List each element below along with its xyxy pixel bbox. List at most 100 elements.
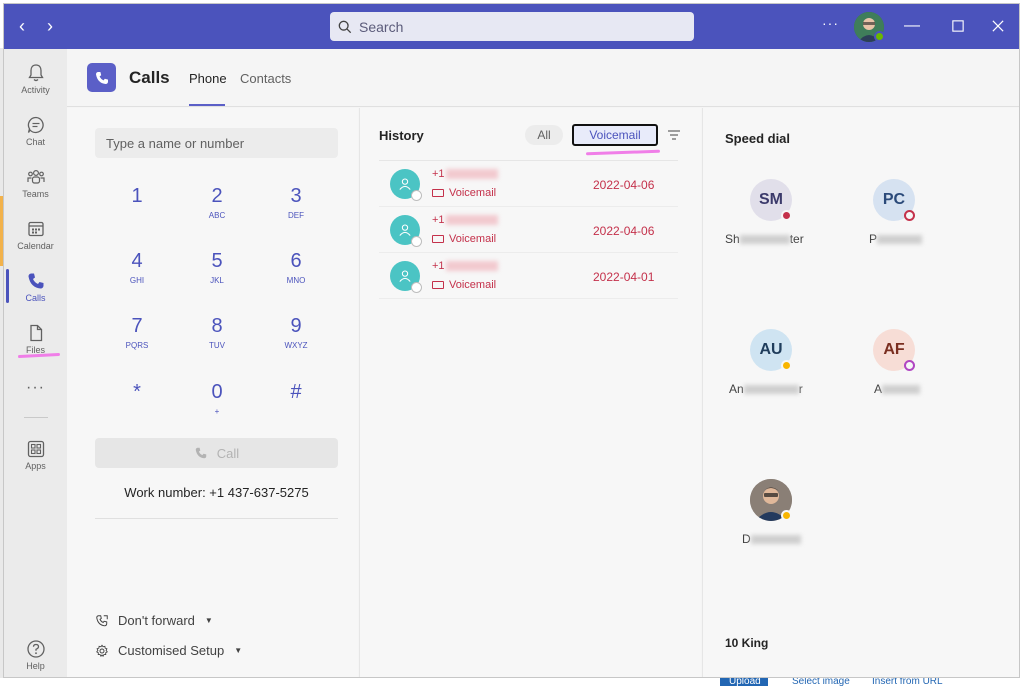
dial-key-4[interactable]: 4 GHI xyxy=(107,249,167,301)
rail-label-files: Files xyxy=(25,345,45,355)
rail-label-apps: Apps xyxy=(25,461,46,471)
caller-number: +1 xyxy=(432,260,498,272)
call-date: 2022-04-06 xyxy=(593,178,655,192)
filter-icon[interactable] xyxy=(667,128,681,142)
dial-key-digit: 2 xyxy=(211,185,223,207)
bell-icon xyxy=(27,64,44,82)
dial-key-1[interactable]: 1 xyxy=(107,184,167,236)
busy-status-icon xyxy=(781,210,792,221)
rail-item-activity[interactable]: Activity xyxy=(4,55,67,107)
dial-key-6[interactable]: 6 MNO xyxy=(266,249,326,301)
rail-item-calls[interactable]: Calls xyxy=(4,263,67,315)
calls-header: Calls Phone Contacts xyxy=(67,49,1019,107)
filter-all-button[interactable]: All xyxy=(525,125,563,145)
file-icon xyxy=(29,324,42,342)
caller-number-prefix: +1 xyxy=(432,168,445,180)
chevron-down-icon: ▼ xyxy=(234,646,243,655)
forward-arrow-icon[interactable]: › xyxy=(40,16,60,36)
dial-key-digit: 4 xyxy=(131,250,143,272)
rail-item-teams[interactable]: Teams xyxy=(4,159,67,211)
minimize-icon[interactable]: — xyxy=(902,16,922,36)
dial-key-3[interactable]: 3 DEF xyxy=(266,184,326,236)
close-icon[interactable] xyxy=(988,16,1008,36)
help-icon xyxy=(26,640,45,658)
caller-number: +1 xyxy=(432,168,498,180)
call-type-label: Voicemail xyxy=(449,187,497,199)
dial-key-5[interactable]: 5 JKL xyxy=(187,249,247,301)
rail-label-chat: Chat xyxy=(25,137,45,147)
call-setup-dropdown[interactable]: Customised Setup ▼ xyxy=(95,643,242,658)
rail-label-teams: Teams xyxy=(22,189,49,199)
redacted-text xyxy=(739,235,790,245)
person-icon xyxy=(399,270,411,282)
search-placeholder: Search xyxy=(359,18,404,35)
rail-more-icon[interactable]: ··· xyxy=(4,379,67,397)
rail-item-help[interactable]: Help xyxy=(4,631,67,677)
tab-phone[interactable]: Phone xyxy=(189,71,227,86)
call-date: 2022-04-01 xyxy=(593,270,655,284)
history-row[interactable]: +1 Voicemail 2022-04-06 xyxy=(379,162,678,207)
maximize-icon[interactable] xyxy=(948,16,968,36)
call-button-label: Call xyxy=(216,445,240,461)
dial-key-letters: WXYZ xyxy=(284,341,308,350)
call-setup-label: Customised Setup xyxy=(118,643,225,658)
call-button[interactable]: Call xyxy=(95,438,338,468)
dial-input[interactable] xyxy=(95,128,338,158)
redacted-text xyxy=(445,215,498,226)
dial-key-0[interactable]: 0 + xyxy=(187,380,247,432)
call-type-label: Voicemail xyxy=(449,233,497,245)
dial-key-letters: MNO xyxy=(286,276,306,285)
dial-pad-panel: 1 2 ABC 3 DEF 4 GHI 5 JKL 6 MNO 7 PQRS 8 TUV 9 W… xyxy=(67,108,358,677)
dial-key-star[interactable]: * xyxy=(107,380,167,432)
more-options-icon[interactable]: ··· xyxy=(822,15,839,31)
app-rail: Activity Chat Teams Calendar Calls Files… xyxy=(4,49,67,677)
filter-voicemail-button[interactable]: Voicemail xyxy=(572,124,658,146)
dial-key-digit: 5 xyxy=(211,250,223,272)
speed-dial-panel: Speed dial SM Shter PC P AU Anr AF A D xyxy=(702,108,1019,677)
rail-item-apps[interactable]: Apps xyxy=(4,431,67,483)
speed-dial-name: A xyxy=(874,382,921,396)
dial-key-2[interactable]: 2 ABC xyxy=(187,184,247,236)
dial-key-digit: 8 xyxy=(211,315,223,337)
status-icon xyxy=(411,236,422,247)
history-row[interactable]: +1 Voicemail 2022-04-06 xyxy=(379,208,678,253)
back-arrow-icon[interactable]: ‹ xyxy=(12,16,32,36)
page-title: Calls xyxy=(129,68,170,87)
dial-key-digit: 3 xyxy=(290,185,302,207)
teams-window: ‹ › Search ··· — Activity Chat Teams Cal… xyxy=(3,3,1020,678)
speed-dial-title: Speed dial xyxy=(725,131,791,146)
caller-number: +1 xyxy=(432,214,498,226)
rail-item-calendar[interactable]: Calendar xyxy=(4,211,67,263)
dial-key-digit: 9 xyxy=(290,315,302,337)
dial-key-letters: GHI xyxy=(129,276,145,285)
dial-key-letters: + xyxy=(214,407,220,416)
history-row[interactable]: +1 Voicemail 2022-04-01 xyxy=(379,254,678,299)
person-icon xyxy=(399,224,411,236)
history-panel: History All Voicemail +1 Voicemail 2022-… xyxy=(359,108,701,677)
tab-contacts[interactable]: Contacts xyxy=(240,71,291,86)
dial-key-7[interactable]: 7 PQRS xyxy=(107,314,167,366)
dial-key-9[interactable]: 9 WXYZ xyxy=(266,314,326,366)
call-forwarding-dropdown[interactable]: Don't forward ▼ xyxy=(95,613,213,628)
redacted-text xyxy=(882,385,921,395)
redacted-text xyxy=(743,385,799,395)
rail-label-help: Help xyxy=(26,661,45,671)
dial-key-hash[interactable]: # xyxy=(266,380,326,432)
dial-key-8[interactable]: 8 TUV xyxy=(187,314,247,366)
redacted-text xyxy=(877,235,923,245)
status-icon xyxy=(411,190,422,201)
rail-item-chat[interactable]: Chat xyxy=(4,107,67,159)
search-box[interactable]: Search xyxy=(330,12,694,41)
speed-dial-footer: 10 King xyxy=(725,636,769,650)
call-type: Voicemail xyxy=(432,187,496,199)
teams-icon xyxy=(26,169,45,184)
call-type-label: Voicemail xyxy=(449,279,497,291)
call-forwarding-label: Don't forward xyxy=(118,613,195,628)
call-type: Voicemail xyxy=(432,279,496,291)
rail-label-calls: Calls xyxy=(25,293,46,303)
rail-item-files[interactable]: Files xyxy=(4,315,67,367)
status-icon xyxy=(411,282,422,293)
dial-key-letters: JKL xyxy=(210,276,224,285)
voicemail-icon xyxy=(432,235,444,243)
phone-icon xyxy=(195,447,207,459)
